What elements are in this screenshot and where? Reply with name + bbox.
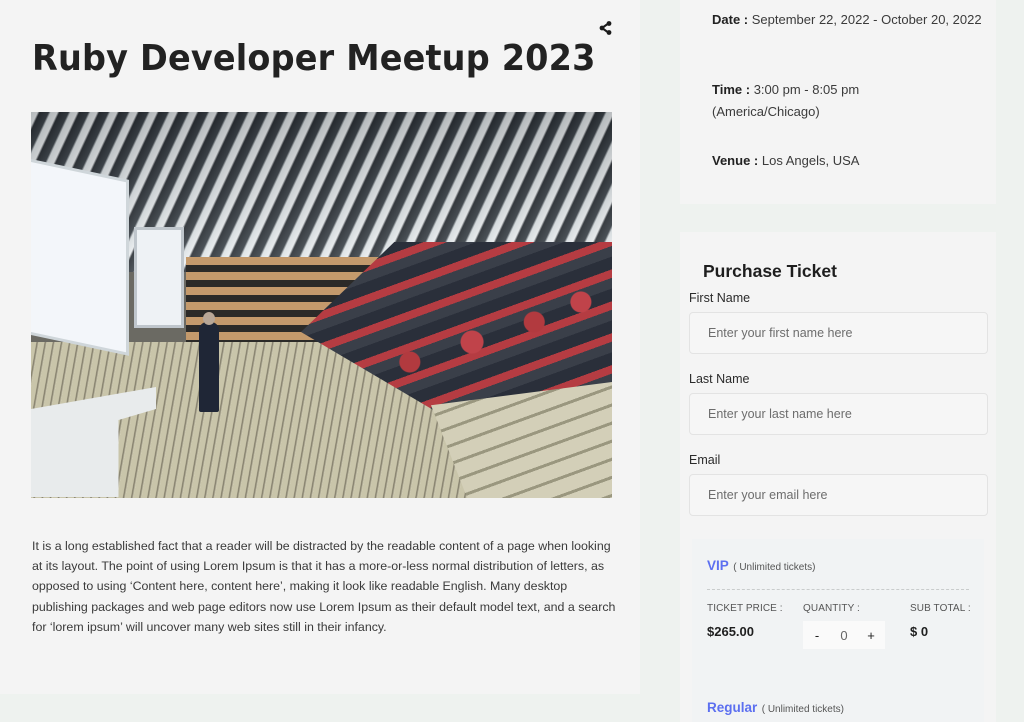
image-speaker: [199, 322, 219, 412]
image-screen: [137, 230, 181, 325]
venue-value: Los Angels, USA: [761, 153, 860, 168]
ticket-price-label: TICKET PRICE :: [707, 603, 783, 614]
page-title: Ruby Developer Meetup 2023: [32, 38, 596, 79]
ticket-vip-availability: ( Unlimited tickets): [733, 562, 816, 573]
quantity-label: QUANTITY :: [803, 603, 860, 614]
ticket-regular-header: Regular ( Unlimited tickets): [707, 699, 844, 717]
ticket-price-value: $265.00: [707, 624, 754, 639]
event-details-panel: Ruby Developer Meetup 2023 It is a long …: [0, 0, 640, 694]
quantity-decrement-button[interactable]: -: [811, 628, 823, 643]
date-label: Date :: [712, 12, 749, 27]
last-name-label: Last Name: [689, 372, 750, 386]
ticket-divider: [707, 589, 969, 590]
subtotal-value: $ 0: [910, 624, 929, 639]
event-date: Date : September 22, 2022 - October 20, …: [712, 9, 982, 31]
purchase-title: Purchase Ticket: [703, 261, 837, 281]
email-label: Email: [689, 453, 721, 467]
image-speaker-head: [203, 312, 215, 325]
quantity-increment-button[interactable]: +: [865, 628, 877, 643]
share-icon: [599, 21, 612, 35]
first-name-label: First Name: [689, 291, 751, 305]
ticket-vip-header: VIP ( Unlimited tickets): [707, 557, 815, 575]
image-screen: [31, 162, 126, 353]
ticket-vip-name[interactable]: VIP: [707, 558, 729, 573]
ticket-regular-availability: ( Unlimited tickets): [761, 704, 844, 715]
share-button[interactable]: [598, 20, 614, 36]
quantity-value[interactable]: 0: [840, 628, 847, 643]
first-name-input[interactable]: [689, 312, 988, 354]
event-image: [31, 112, 612, 498]
ticket-regular-name[interactable]: Regular: [707, 700, 757, 715]
event-time: Time : 3:00 pm - 8:05 pm (America/Chicag…: [712, 79, 887, 123]
event-info-card: Date : September 22, 2022 - October 20, …: [680, 0, 996, 204]
event-description: It is a long established fact that a rea…: [32, 539, 616, 634]
ticket-list: VIP ( Unlimited tickets) TICKET PRICE : …: [692, 539, 984, 722]
time-label: Time :: [712, 82, 751, 97]
event-venue: Venue : Los Angels, USA: [712, 150, 982, 172]
email-input[interactable]: [689, 474, 988, 516]
venue-label: Venue :: [712, 153, 759, 168]
date-value: September 22, 2022 - October 20, 2022: [751, 12, 982, 27]
quantity-stepper: - 0 +: [803, 621, 885, 649]
subtotal-label: SUB TOTAL :: [910, 603, 971, 614]
last-name-input[interactable]: [689, 393, 988, 435]
purchase-ticket-card: Purchase Ticket First Name Last Name Ema…: [680, 232, 996, 722]
